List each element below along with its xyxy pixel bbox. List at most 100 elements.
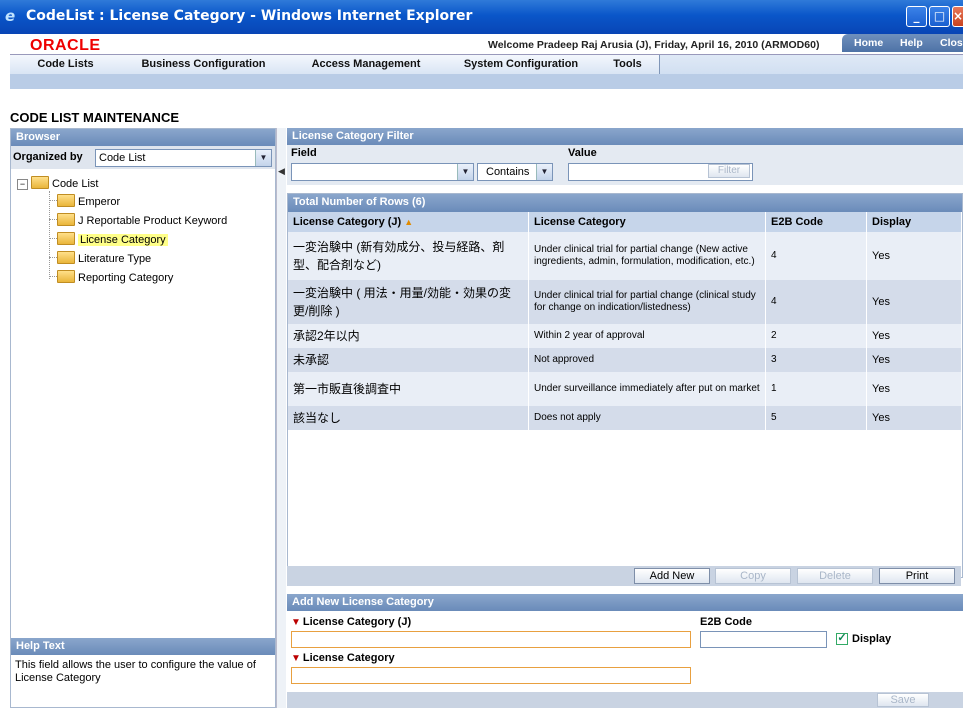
table-row[interactable]: 未承認 Not approved 3 Yes xyxy=(288,348,962,372)
column-header-display[interactable]: Display xyxy=(866,212,962,232)
add-panel-header: Add New License Category xyxy=(287,594,963,611)
organized-by-select[interactable]: Code List ▼ xyxy=(95,149,272,167)
cell-license-category-j: 第一市販直後調査中 xyxy=(288,372,529,406)
license-category-grid: Total Number of Rows (6) License Categor… xyxy=(287,193,963,578)
license-category-input[interactable] xyxy=(291,667,691,684)
oracle-logo: ORACLE xyxy=(30,37,101,54)
tree-connector xyxy=(49,276,57,277)
column-label: License Category (J) xyxy=(293,216,402,228)
cell-license-category: Not approved xyxy=(528,348,766,372)
maximize-button[interactable]: □ xyxy=(929,6,950,27)
collapse-left-icon[interactable]: ◀ xyxy=(278,166,285,177)
window-title-bar: e CodeList : License Category - Windows … xyxy=(0,0,963,34)
cell-license-category-j: 一変治験中 ( 用法・用量/効能・効果の変更/削除 ) xyxy=(288,280,529,324)
browser-panel: Browser Organized by Code List ▼ − Code L… xyxy=(10,128,276,708)
filter-value-input[interactable]: Filter xyxy=(568,163,753,181)
tree-item-j-reportable-product-keyword[interactable]: J Reportable Product Keyword xyxy=(57,213,227,230)
main-menu-bar: Code Lists Business Configuration Access… xyxy=(10,54,963,89)
help-link[interactable]: Help xyxy=(900,37,923,49)
menu-system-configuration[interactable]: System Configuration xyxy=(446,55,597,74)
cell-display: Yes xyxy=(866,406,962,430)
organized-by-label: Organized by xyxy=(13,151,83,163)
filter-button[interactable]: Filter xyxy=(708,164,750,178)
license-category-j-input[interactable] xyxy=(291,631,691,648)
e2b-code-input[interactable] xyxy=(700,631,827,648)
save-button[interactable]: Save xyxy=(877,693,929,707)
column-header-license-category-j[interactable]: License Category (J) ▲ xyxy=(288,212,529,232)
operator-select[interactable]: Contains ▼ xyxy=(477,163,553,181)
organized-by-value: Code List xyxy=(99,152,146,164)
tree-root[interactable]: − Code List xyxy=(17,176,98,193)
collapse-icon[interactable]: − xyxy=(17,179,28,190)
table-row[interactable]: 一変治験中 (新有効成分、投与経路、剤型、配合剤など) Under clinic… xyxy=(288,232,962,280)
cell-e2b-code: 3 xyxy=(765,348,867,372)
cell-display: Yes xyxy=(866,232,962,280)
cell-display: Yes xyxy=(866,280,962,324)
tree-connector xyxy=(49,191,50,279)
tree-item-emperor[interactable]: Emperor xyxy=(57,194,120,211)
close-window-button[interactable]: × xyxy=(952,6,963,27)
chevron-down-icon[interactable]: ▼ xyxy=(255,150,271,166)
display-checkbox[interactable]: ✓ xyxy=(836,633,848,645)
chevron-down-icon[interactable]: ▼ xyxy=(457,164,473,180)
cell-display: Yes xyxy=(866,372,962,406)
cell-license-category: Under surveillance immediately after put… xyxy=(528,372,766,406)
folder-icon xyxy=(57,213,75,226)
close-link[interactable]: Close xyxy=(940,37,963,49)
menu-business-configuration[interactable]: Business Configuration xyxy=(121,55,287,74)
add-new-button[interactable]: Add New xyxy=(634,568,710,584)
cell-license-category-j: 該当なし xyxy=(288,406,529,430)
license-category-label: ▼ License Category xyxy=(291,652,395,664)
tree-item-literature-type[interactable]: Literature Type xyxy=(57,251,151,268)
browser-header: Browser xyxy=(11,129,275,146)
copy-button[interactable]: Copy xyxy=(715,568,791,584)
menu-code-lists[interactable]: Code Lists xyxy=(10,55,122,74)
cell-display: Yes xyxy=(866,348,962,372)
e2b-code-label: E2B Code xyxy=(700,616,752,628)
app-header: ORACLE Welcome Pradeep Raj Arusia (J), F… xyxy=(10,34,963,54)
chevron-down-icon[interactable]: ▼ xyxy=(536,164,552,180)
cell-license-category-j: 未承認 xyxy=(288,348,529,372)
license-category-panel: License Category Filter Field Value ▼ Co… xyxy=(287,128,963,708)
folder-open-icon xyxy=(31,176,49,189)
cell-display: Yes xyxy=(866,324,962,348)
tree-item-license-category[interactable]: License Category xyxy=(57,232,168,249)
cell-license-category: Under clinical trial for partial change … xyxy=(528,232,766,280)
license-category-j-label: ▼ License Category (J) xyxy=(291,616,411,628)
home-link[interactable]: Home xyxy=(854,37,883,49)
delete-button[interactable]: Delete xyxy=(797,568,873,584)
print-button[interactable]: Print xyxy=(879,568,955,584)
minimize-button[interactable]: _ xyxy=(906,6,927,27)
column-header-e2b-code[interactable]: E2B Code xyxy=(765,212,867,232)
cell-e2b-code: 4 xyxy=(765,280,867,324)
organized-by-row: Organized by Code List ▼ xyxy=(11,146,275,169)
table-row[interactable]: 第一市販直後調査中 Under surveillance immediately… xyxy=(288,372,962,406)
table-row[interactable]: 承認2年以内 Within 2 year of approval 2 Yes xyxy=(288,324,962,348)
menu-access-management[interactable]: Access Management xyxy=(286,55,447,74)
field-select[interactable]: ▼ xyxy=(291,163,474,181)
help-text: This field allows the user to configure … xyxy=(15,659,256,684)
help-text-header: Help Text xyxy=(11,638,275,655)
filter-row: Field Value ▼ Contains ▼ Filter xyxy=(287,145,963,185)
tree-connector xyxy=(49,219,57,220)
tree-item-label: J Reportable Product Keyword xyxy=(78,215,228,227)
license-category-table: License Category (J) ▲ License Category … xyxy=(288,212,962,430)
folder-open-icon xyxy=(57,232,75,245)
cell-license-category-j: 一変治験中 (新有効成分、投与経路、剤型、配合剤など) xyxy=(288,232,529,280)
tree-item-reporting-category[interactable]: Reporting Category xyxy=(57,270,173,287)
panel-splitter[interactable]: ◀ xyxy=(276,128,286,708)
table-row[interactable]: 一変治験中 ( 用法・用量/効能・効果の変更/削除 ) Under clinic… xyxy=(288,280,962,324)
submenu-strip xyxy=(10,74,963,89)
page-title: CODE LIST MAINTENANCE xyxy=(10,110,179,125)
folder-icon xyxy=(57,194,75,207)
label-text: License Category (J) xyxy=(302,616,412,628)
field-label: Field xyxy=(291,147,317,159)
welcome-text: Welcome Pradeep Raj Arusia (J), Friday, … xyxy=(488,39,820,51)
cell-license-category: Within 2 year of approval xyxy=(528,324,766,348)
menu-tools[interactable]: Tools xyxy=(596,55,660,74)
column-header-license-category[interactable]: License Category xyxy=(528,212,766,232)
tree-item-label: Reporting Category xyxy=(78,272,174,284)
cell-license-category: Does not apply xyxy=(528,406,766,430)
table-row[interactable]: 該当なし Does not apply 5 Yes xyxy=(288,406,962,430)
window-title: CodeList : License Category - Windows In… xyxy=(26,8,473,24)
